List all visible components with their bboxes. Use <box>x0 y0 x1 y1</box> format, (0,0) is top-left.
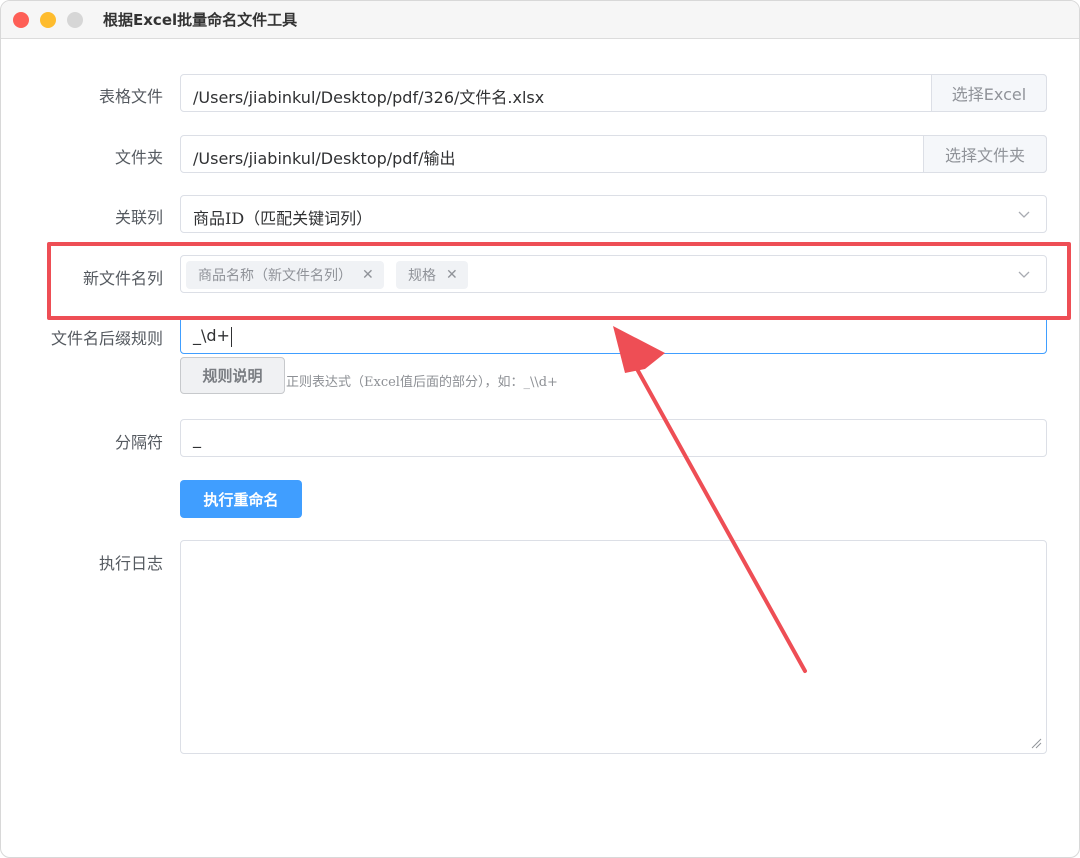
folder-label: 文件夹 <box>114 148 163 167</box>
suffix-rule-hint: 正则表达式（Excel值后面的部分），如：_\\d+ <box>286 375 558 390</box>
new-name-columns-label: 新文件名列 <box>82 269 163 288</box>
suffix-rule-input[interactable]: _\d+ <box>180 316 1047 354</box>
choose-excel-button[interactable]: 选择Excel <box>931 74 1047 112</box>
separator-input[interactable]: _ <box>180 419 1047 457</box>
column-tag: 商品名称（新文件名列） ✕ <box>186 261 384 289</box>
folder-path-value: /Users/jiabinkul/Desktop/pdf/输出 <box>193 149 456 168</box>
excel-path-value: /Users/jiabinkul/Desktop/pdf/326/文件名.xls… <box>193 88 545 107</box>
column-tag-label: 规格 <box>408 268 436 284</box>
link-column-select[interactable]: 商品ID（匹配关键词列） <box>180 195 1047 233</box>
maximize-window-button[interactable] <box>67 12 83 28</box>
choose-folder-button[interactable]: 选择文件夹 <box>923 135 1047 173</box>
close-icon[interactable]: ✕ <box>446 267 458 283</box>
close-window-button[interactable] <box>13 12 29 28</box>
excel-path-input[interactable]: /Users/jiabinkul/Desktop/pdf/326/文件名.xls… <box>180 74 1047 112</box>
excel-file-label: 表格文件 <box>98 87 163 106</box>
close-icon[interactable]: ✕ <box>362 267 374 283</box>
resize-grip-icon[interactable] <box>1030 737 1042 749</box>
folder-path-input[interactable]: /Users/jiabinkul/Desktop/pdf/输出 选择文件夹 <box>180 135 1047 173</box>
suffix-rule-label: 文件名后缀规则 <box>50 329 163 348</box>
chevron-down-icon <box>1018 211 1030 218</box>
app-window: 根据Excel批量命名文件工具 表格文件 /Users/jiabinkul/De… <box>0 0 1080 858</box>
new-name-columns-select[interactable]: 商品名称（新文件名列） ✕ 规格 ✕ <box>180 255 1047 293</box>
title-bar: 根据Excel批量命名文件工具 <box>1 1 1079 39</box>
window-title: 根据Excel批量命名文件工具 <box>103 11 298 29</box>
minimize-window-button[interactable] <box>40 12 56 28</box>
suffix-rule-value: _\d+ <box>193 326 232 347</box>
separator-label: 分隔符 <box>114 433 163 452</box>
link-column-label: 关联列 <box>114 208 163 227</box>
column-tag: 规格 ✕ <box>396 261 468 289</box>
chevron-down-icon <box>1018 271 1030 278</box>
link-column-value: 商品ID（匹配关键词列） <box>193 209 373 228</box>
run-rename-button[interactable]: 执行重命名 <box>180 480 302 518</box>
log-label: 执行日志 <box>98 554 163 573</box>
separator-value: _ <box>193 429 201 448</box>
log-textarea[interactable] <box>180 540 1047 754</box>
column-tag-label: 商品名称（新文件名列） <box>198 268 352 284</box>
rule-help-button[interactable]: 规则说明 <box>180 357 285 394</box>
